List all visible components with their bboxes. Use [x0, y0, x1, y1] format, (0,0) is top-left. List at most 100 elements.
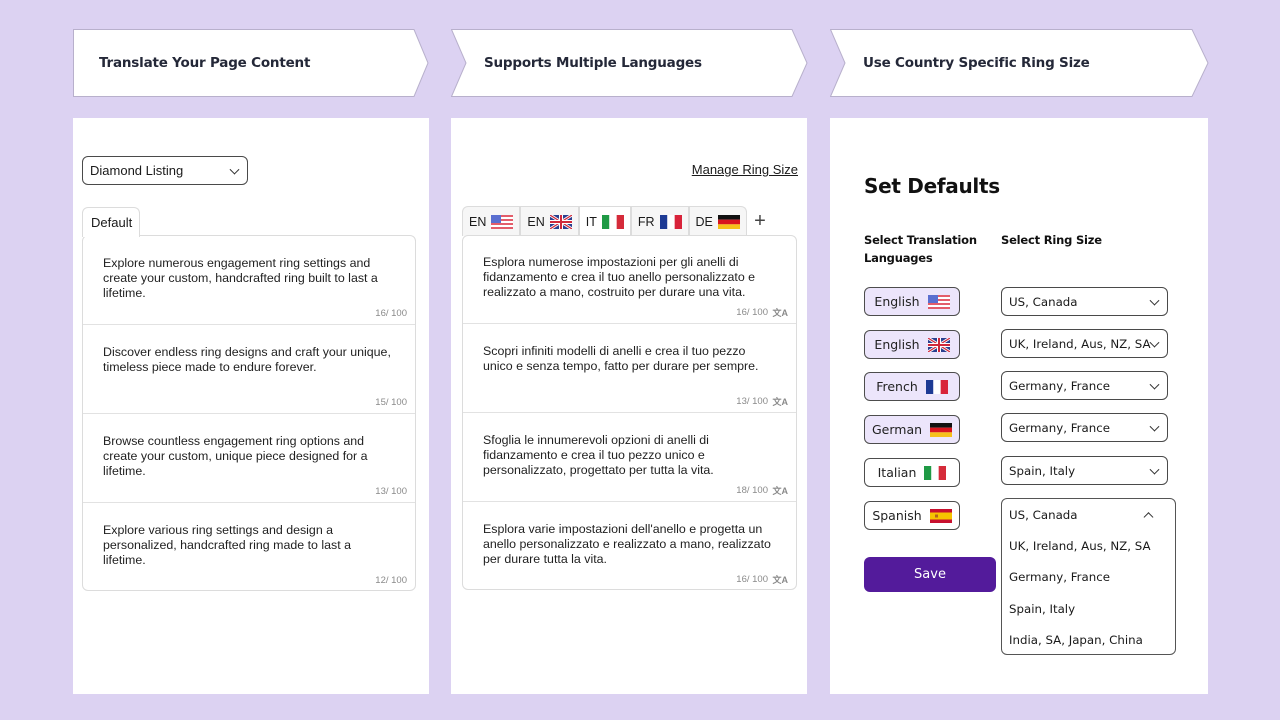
- entry-text: Explore numerous engagement ring setting…: [103, 256, 378, 300]
- tab-code: DE: [695, 214, 713, 229]
- save-button[interactable]: Save: [864, 557, 996, 592]
- ring-size-value: Spain, Italy: [1009, 463, 1076, 478]
- chevron-down-icon: [1149, 379, 1160, 390]
- chevron-up-icon[interactable]: [1143, 512, 1154, 523]
- ring-size-select[interactable]: US, Canada: [1001, 287, 1168, 316]
- language-label: Spanish: [872, 508, 922, 523]
- entry-text: Scopri infiniti modelli di anelli e crea…: [483, 344, 759, 373]
- ring-size-select[interactable]: Germany, France: [1001, 371, 1168, 400]
- manage-ring-size-link[interactable]: Manage Ring Size: [692, 162, 798, 177]
- entry-text: Sfoglia le innumerevoli opzioni di anell…: [483, 433, 714, 477]
- tab-de[interactable]: DE: [688, 206, 747, 236]
- translation-entry[interactable]: Esplora numerose impostazioni per gli an…: [463, 236, 796, 324]
- chevron-down-icon: [1149, 464, 1160, 475]
- spain-flag-icon: [929, 508, 952, 523]
- language-pill-french[interactable]: French: [864, 372, 960, 401]
- translate-icon[interactable]: 文A: [773, 484, 789, 497]
- listing-select[interactable]: Diamond Listing: [82, 156, 248, 185]
- ring-size-value: US, Canada: [1009, 294, 1078, 309]
- tab-code: EN: [527, 214, 545, 229]
- entry-text: Explore various ring settings and design…: [103, 523, 351, 567]
- language-pill-spanish[interactable]: Spanish: [864, 501, 960, 530]
- italy-flag-icon: [601, 215, 624, 229]
- ring-size-value: Germany, France: [1009, 378, 1110, 393]
- language-pill-italian[interactable]: Italian: [864, 458, 960, 487]
- char-count: 13/ 100: [736, 396, 768, 407]
- set-defaults-title: Set Defaults: [864, 174, 1000, 198]
- step-translate: Translate Your Page Content: [73, 29, 429, 97]
- tab-en-us[interactable]: EN: [462, 206, 521, 236]
- language-label: German: [871, 422, 923, 437]
- tab-fr[interactable]: FR: [630, 206, 689, 236]
- tab-en-uk[interactable]: EN: [520, 206, 579, 236]
- entry-text: Esplora varie impostazioni dell'anello e…: [483, 522, 771, 566]
- ring-size-select[interactable]: Spain, Italy: [1001, 456, 1168, 485]
- chevron-down-icon: [229, 164, 240, 175]
- language-pill-english-us[interactable]: English: [864, 287, 960, 316]
- us-flag-icon: [491, 214, 514, 229]
- france-flag-icon: [925, 379, 948, 394]
- dropdown-option[interactable]: Spain, Italy: [1009, 602, 1075, 616]
- char-count: 16/ 100: [736, 307, 768, 318]
- text-entry[interactable]: Explore various ring settings and design…: [83, 503, 415, 591]
- entry-text: Browse countless engagement ring options…: [103, 434, 368, 478]
- language-label: Italian: [877, 465, 917, 480]
- tab-it[interactable]: IT: [578, 206, 631, 237]
- panel-set-defaults: Set Defaults Select Translation Language…: [830, 118, 1208, 694]
- ring-size-select[interactable]: Germany, France: [1001, 413, 1168, 442]
- step-languages: Supports Multiple Languages: [451, 29, 808, 97]
- step-ring-size: Use Country Specific Ring Size: [830, 29, 1209, 97]
- panel-multiple-languages: Manage Ring Size EN EN IT FR DE + Esplor…: [451, 118, 807, 694]
- translate-icon[interactable]: 文A: [773, 395, 789, 408]
- translate-icon[interactable]: 文A: [773, 573, 789, 586]
- chevron-down-icon: [1149, 295, 1160, 306]
- translation-card: Esplora numerose impostazioni per gli an…: [462, 235, 797, 590]
- char-count: 18/ 100: [736, 485, 768, 496]
- tab-code: FR: [637, 214, 655, 229]
- translation-entry[interactable]: Scopri infiniti modelli di anelli e crea…: [463, 324, 796, 413]
- us-flag-icon: [927, 294, 950, 309]
- dropdown-option[interactable]: India, SA, Japan, China: [1009, 633, 1143, 647]
- text-entry[interactable]: Discover endless ring designs and craft …: [83, 325, 415, 414]
- language-tabs: EN EN IT FR DE +: [462, 206, 773, 237]
- text-entry[interactable]: Explore numerous engagement ring setting…: [83, 236, 415, 325]
- dropdown-current-value: US, Canada: [1009, 508, 1078, 522]
- char-count: 16/ 100: [375, 308, 407, 319]
- dropdown-option[interactable]: UK, Ireland, Aus, NZ, SA: [1009, 539, 1151, 553]
- translation-entry[interactable]: Sfoglia le innumerevoli opzioni di anell…: [463, 413, 796, 502]
- ring-size-value: UK, Ireland, Aus, NZ, SA: [1009, 336, 1151, 351]
- add-language-button[interactable]: +: [747, 206, 773, 236]
- ring-size-dropdown-open[interactable]: US, Canada UK, Ireland, Aus, NZ, SA Germ…: [1001, 498, 1176, 655]
- translate-icon[interactable]: 文A: [773, 306, 789, 319]
- entry-text: Discover endless ring designs and craft …: [103, 345, 391, 374]
- france-flag-icon: [659, 214, 682, 229]
- tab-code: EN: [469, 214, 487, 229]
- language-label: English: [874, 337, 920, 352]
- tab-code: IT: [585, 215, 597, 229]
- tab-default[interactable]: Default: [82, 207, 140, 237]
- translation-entry[interactable]: Esplora varie impostazioni dell'anello e…: [463, 502, 796, 590]
- panel-translate-content: Diamond Listing Default Explore numerous…: [73, 118, 429, 694]
- language-pill-german[interactable]: German: [864, 415, 960, 444]
- chevron-down-icon: [1149, 421, 1160, 432]
- germany-flag-icon: [717, 214, 740, 229]
- text-entry[interactable]: Browse countless engagement ring options…: [83, 414, 415, 503]
- dropdown-option[interactable]: Germany, France: [1009, 570, 1110, 584]
- listing-select-value: Diamond Listing: [90, 163, 184, 178]
- italy-flag-icon: [924, 465, 947, 480]
- text-card: Explore numerous engagement ring setting…: [82, 235, 416, 591]
- germany-flag-icon: [930, 422, 953, 437]
- tab-default-label: Default: [91, 215, 133, 230]
- entry-text: Esplora numerose impostazioni per gli an…: [483, 255, 756, 299]
- languages-column-header: Select Translation Languages: [864, 233, 977, 265]
- ring-size-value: Germany, France: [1009, 420, 1110, 435]
- char-count: 15/ 100: [375, 397, 407, 408]
- char-count: 13/ 100: [375, 486, 407, 497]
- step-label: Supports Multiple Languages: [484, 55, 702, 71]
- step-label: Use Country Specific Ring Size: [863, 55, 1090, 71]
- ring-size-select[interactable]: UK, Ireland, Aus, NZ, SA: [1001, 329, 1168, 358]
- step-label: Translate Your Page Content: [99, 55, 311, 71]
- char-count: 16/ 100: [736, 574, 768, 585]
- language-pill-english-uk[interactable]: English: [864, 330, 960, 359]
- ring-size-column-header: Select Ring Size: [1001, 233, 1102, 247]
